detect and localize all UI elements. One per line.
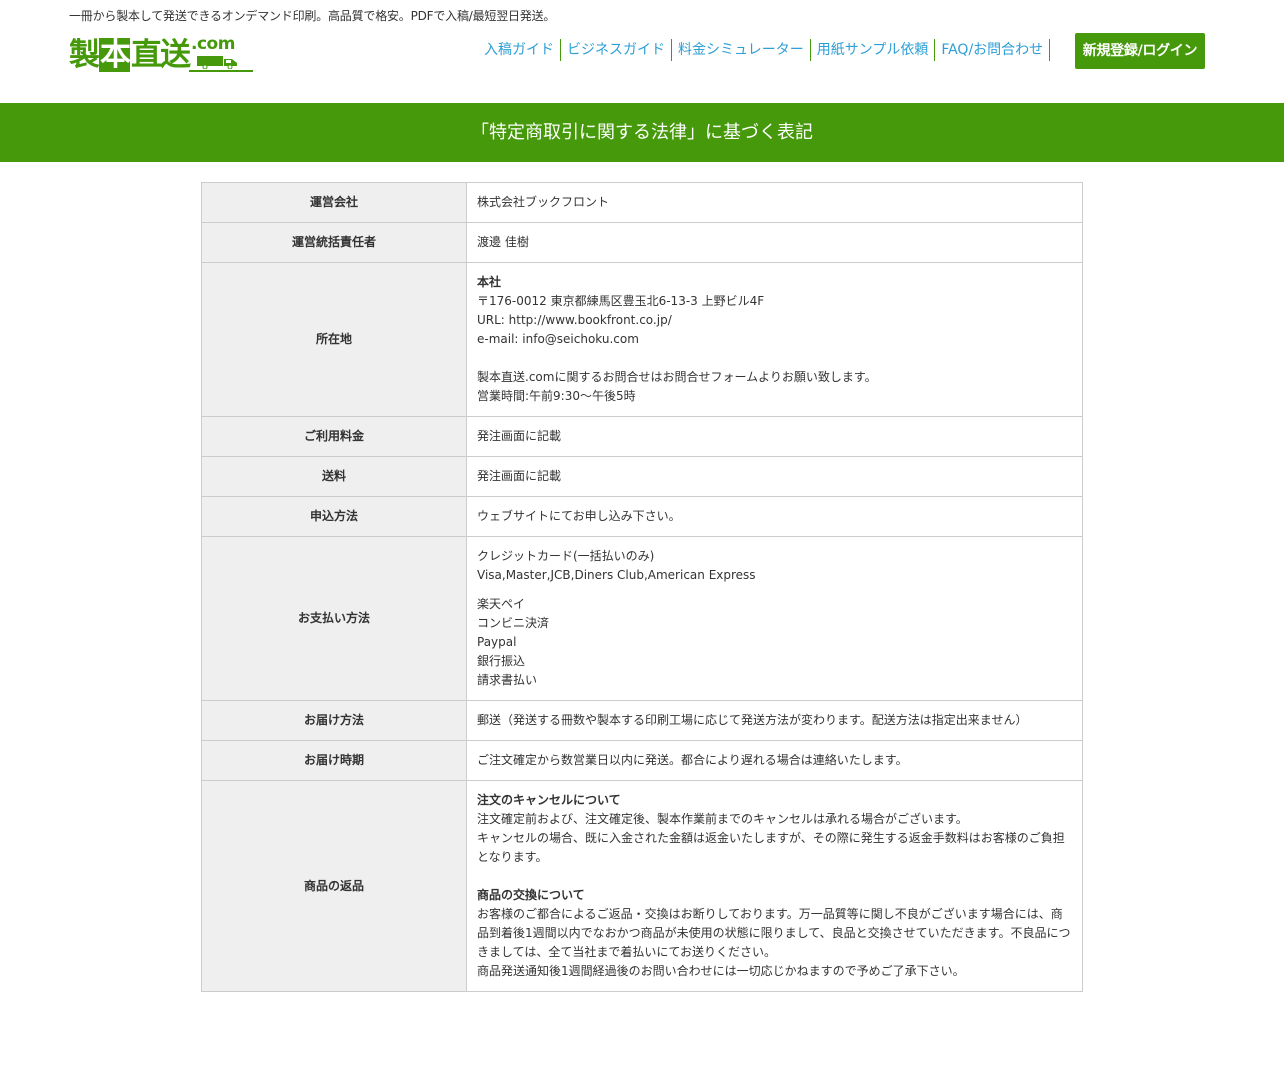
row-value: 本社 〒176-0012 東京都練馬区豊玉北6-13-3 上野ビル4F URL:… [466, 262, 1083, 417]
value-line: お客様のご都合によるご返品・交換はお断りしております。万一品質等に関し不良がござ… [477, 907, 1071, 959]
truck-icon [197, 56, 237, 69]
value-line: 渡邊 佳樹 [477, 235, 529, 249]
table-row: ご利用料金 発注画面に記載 [201, 416, 1083, 457]
row-value: クレジットカード(一括払いのみ) Visa,Master,JCB,Diners … [466, 536, 1083, 701]
legal-info-table: 運営会社 株式会社ブックフロント 運営統括責任者 渡邊 佳樹 所在地 本社 〒1… [201, 182, 1083, 992]
row-value: 渡邊 佳樹 [466, 222, 1083, 263]
value-line: 注文確定前および、注文確定後、製本作業前までのキャンセルは承れる場合がございます… [477, 812, 968, 826]
row-value: ウェブサイトにてお申し込み下さい。 [466, 496, 1083, 537]
page-title: 「特定商取引に関する法律」に基づく表記 [471, 122, 813, 143]
address-line: 〒176-0012 東京都練馬区豊玉北6-13-3 上野ビル4F [477, 294, 765, 308]
value-line: 発注画面に記載 [477, 429, 562, 443]
nav-paper-sample[interactable]: 用紙サンプル依頼 [811, 39, 936, 61]
table-row: 申込方法 ウェブサイトにてお申し込み下さい。 [201, 496, 1083, 537]
value-line: クレジットカード(一括払いのみ) [477, 549, 655, 563]
table-row: 運営会社 株式会社ブックフロント [201, 182, 1083, 223]
logo-suffix: .com [191, 34, 235, 54]
table-row: 商品の返品 注文のキャンセルについて 注文確定前および、注文確定後、製本作業前ま… [201, 780, 1083, 992]
nav-business-guide[interactable]: ビジネスガイド [561, 39, 672, 61]
main-nav: 入稿ガイド ビジネスガイド 料金シミュレーター 用紙サンプル依頼 FAQ/お問合… [478, 39, 1051, 61]
row-label: 運営統括責任者 [201, 222, 467, 263]
logo-dotcom: .com [189, 34, 255, 72]
row-value: 発注画面に記載 [466, 416, 1083, 457]
value-line: 商品発送通知後1週間経過後のお問い合わせには一切応じかねますので予めご了承下さい… [477, 964, 965, 978]
contact-line: 製本直送.comに関するお問合せはお問合せフォームよりお願い致します。 [477, 370, 877, 384]
value-line: 発注画面に記載 [477, 469, 562, 483]
table-row: 所在地 本社 〒176-0012 東京都練馬区豊玉北6-13-3 上野ビル4F … [201, 262, 1083, 417]
row-label: 運営会社 [201, 182, 467, 223]
value-line: 株式会社ブックフロント [477, 195, 610, 209]
row-label: 所在地 [201, 262, 467, 417]
row-label: お支払い方法 [201, 536, 467, 701]
row-value: 注文のキャンセルについて 注文確定前および、注文確定後、製本作業前までのキャンセ… [466, 780, 1083, 992]
row-label: 申込方法 [201, 496, 467, 537]
value-line: 請求書払い [477, 673, 538, 687]
table-row: お支払い方法 クレジットカード(一括払いのみ) Visa,Master,JCB,… [201, 536, 1083, 701]
nav-price-simulator[interactable]: 料金シミュレーター [672, 39, 811, 61]
email-line: e-mail: info@seichoku.com [477, 332, 639, 346]
value-heading: 商品の交換について [477, 888, 585, 902]
row-value: 株式会社ブックフロント [466, 182, 1083, 223]
logo-char-4: 送 [160, 37, 191, 73]
row-label: 送料 [201, 456, 467, 497]
row-label: お届け時期 [201, 740, 467, 781]
row-value: 発注画面に記載 [466, 456, 1083, 497]
page-title-banner: 「特定商取引に関する法律」に基づく表記 [0, 103, 1284, 162]
logo-char-3: 直 [131, 37, 162, 73]
nav-upload-guide[interactable]: 入稿ガイド [478, 39, 561, 61]
row-label: お届け方法 [201, 700, 467, 741]
row-value: 郵送（発送する冊数や製本する印刷工場に応じて発送方法が変わります。配送方法は指定… [466, 700, 1083, 741]
row-label: 商品の返品 [201, 780, 467, 992]
table-row: 運営統括責任者 渡邊 佳樹 [201, 222, 1083, 263]
nav-faq-contact[interactable]: FAQ/お問合わせ [935, 39, 1051, 61]
value-line: コンビニ決済 [477, 616, 550, 630]
logo-char-1: 製 [69, 37, 100, 73]
logo-char-2: 本 [99, 37, 131, 73]
value-line: 銀行振込 [477, 654, 526, 668]
value-heading: 注文のキャンセルについて [477, 793, 621, 807]
value-line: キャンセルの場合、既に入金された金額は返金いたしますが、その際に発生する返金手数… [477, 831, 1065, 864]
value-line: ご注文確定から数営業日以内に発送。都合により遅れる場合は連絡いたします。 [477, 753, 908, 767]
register-login-button[interactable]: 新規登録/ログイン [1075, 33, 1205, 69]
value-line: 楽天ペイ [477, 597, 526, 611]
hours-line: 営業時間:午前9:30～午後5時 [477, 389, 636, 403]
value-line: Visa,Master,JCB,Diners Club,American Exp… [477, 568, 756, 582]
table-row: お届け時期 ご注文確定から数営業日以内に発送。都合により遅れる場合は連絡いたしま… [201, 740, 1083, 781]
table-row: お届け方法 郵送（発送する冊数や製本する印刷工場に応じて発送方法が変わります。配… [201, 700, 1083, 741]
url-line: URL: http://www.bookfront.co.jp/ [477, 313, 672, 327]
site-logo[interactable]: 製 本 直 送 .com [69, 34, 255, 73]
row-label: ご利用料金 [201, 416, 467, 457]
table-row: 送料 発注画面に記載 [201, 456, 1083, 497]
value-line: 郵送（発送する冊数や製本する印刷工場に応じて発送方法が変わります。配送方法は指定… [477, 713, 1028, 727]
value-line: Paypal [477, 635, 517, 649]
row-value: ご注文確定から数営業日以内に発送。都合により遅れる場合は連絡いたします。 [466, 740, 1083, 781]
value-heading: 本社 [477, 275, 502, 289]
value-line: ウェブサイトにてお申し込み下さい。 [477, 509, 681, 523]
site-tagline: 一冊から製本して発送できるオンデマンド印刷。高品質で格安。PDFで入稿/最短翌日… [69, 9, 556, 23]
logo-underline [189, 70, 253, 72]
